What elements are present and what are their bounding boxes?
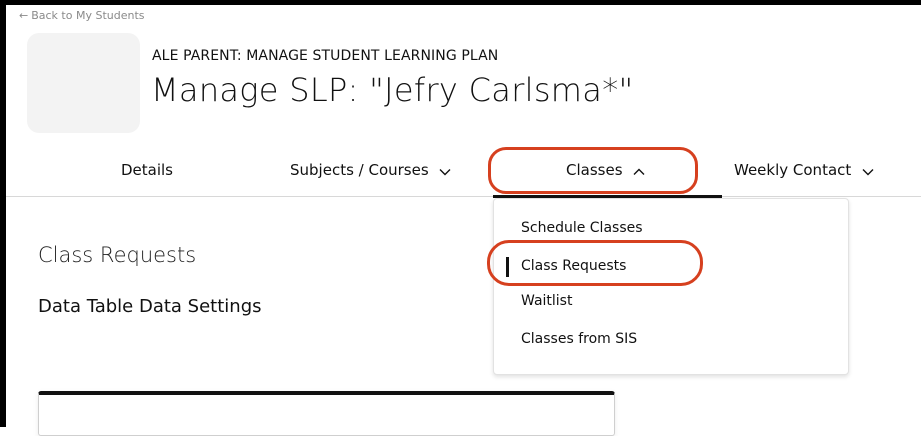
chevron-down-icon [862, 162, 874, 180]
tab-weekly-label: Weekly Contact [734, 161, 852, 179]
tab-details[interactable]: Details [121, 161, 173, 179]
highlight-annotation-class-requests [487, 240, 703, 286]
back-arrow-icon: ← [19, 9, 29, 22]
back-to-students-link[interactable]: ← Back to My Students [19, 9, 145, 22]
highlight-annotation-classes [488, 147, 698, 194]
page-kicker: ALE PARENT: MANAGE STUDENT LEARNING PLAN [152, 48, 499, 64]
window-frame-left [0, 0, 6, 427]
menu-item-classes-from-sis[interactable]: Classes from SIS [521, 331, 637, 347]
back-link-label: Back to My Students [31, 9, 145, 22]
tab-subjects-courses[interactable]: Subjects / Courses [290, 161, 451, 180]
classes-dropdown-menu: Schedule Classes Class Requests Waitlist… [493, 198, 849, 375]
nav-divider [6, 196, 921, 197]
tab-subjects-label: Subjects / Courses [290, 161, 429, 179]
tab-details-label: Details [121, 161, 174, 179]
page-title: Manage SLP: "Jefry Carlsma*" [151, 71, 634, 109]
menu-item-waitlist[interactable]: Waitlist [521, 293, 572, 309]
tab-navigation: Details Subjects / Courses Classes Weekl… [6, 147, 921, 197]
chevron-down-icon [439, 162, 451, 180]
avatar [27, 33, 140, 133]
data-table-card [38, 391, 615, 436]
menu-item-schedule-classes[interactable]: Schedule Classes [521, 220, 643, 236]
section-subtitle: Data Table Data Settings [38, 296, 262, 317]
window-frame-top [0, 0, 921, 5]
tab-weekly-contact[interactable]: Weekly Contact [734, 161, 874, 180]
section-title: Class Requests [38, 243, 197, 267]
